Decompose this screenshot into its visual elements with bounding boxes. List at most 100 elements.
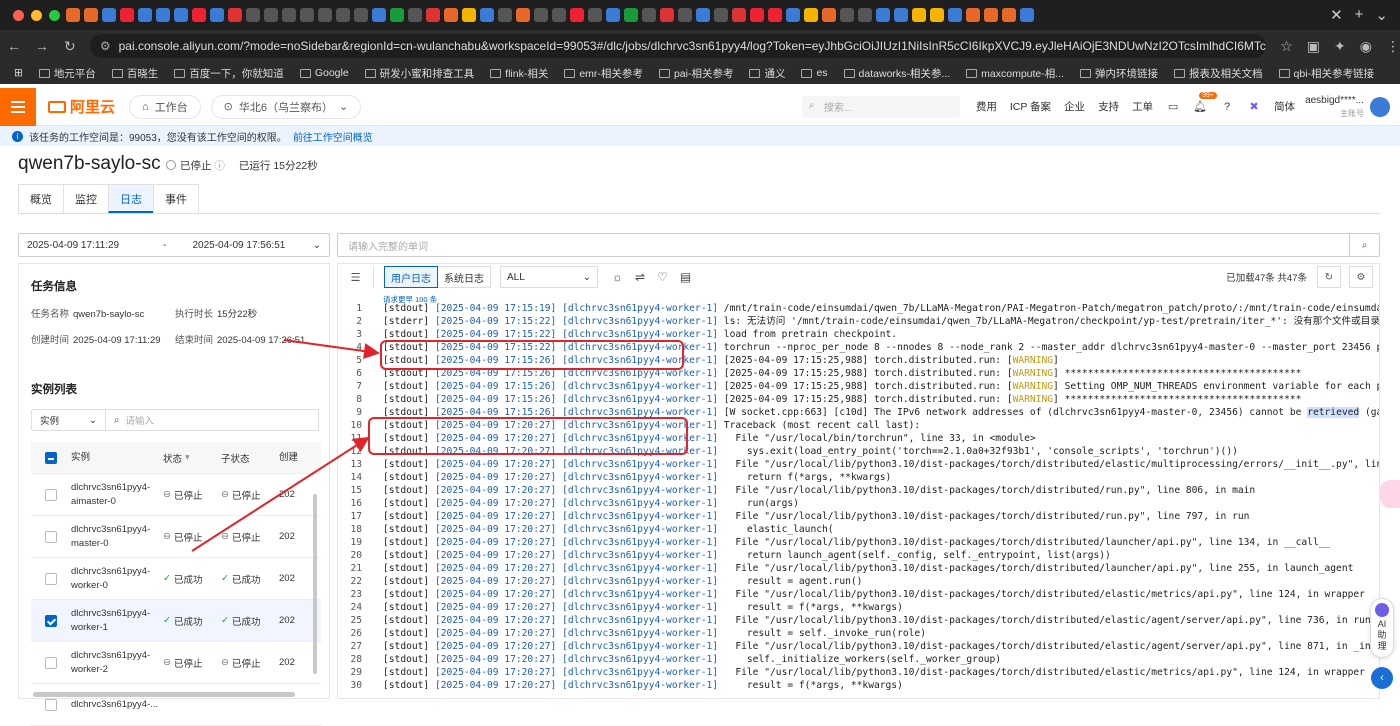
tab-list[interactable] xyxy=(62,8,1318,22)
tab-favicon-icon[interactable] xyxy=(822,8,836,22)
bookmark-item[interactable]: 报表及相关文档 xyxy=(1174,66,1263,81)
help-icon[interactable]: ⓘ xyxy=(214,160,225,172)
user-account[interactable]: aesbigd****... 主账号 xyxy=(1295,94,1364,120)
tab-favicon-icon[interactable] xyxy=(444,8,458,22)
window-controls[interactable] xyxy=(0,9,62,21)
tab-favicon-icon[interactable] xyxy=(624,8,638,22)
tab-logs[interactable]: 日志 xyxy=(108,184,154,213)
bookmark-item[interactable]: 弹内环境链接 xyxy=(1080,66,1158,81)
tab-favicon-icon[interactable] xyxy=(966,8,980,22)
table-row[interactable]: dlchrvc3sn61pyy4-worker-2 ⊖ 已停止 ⊖ 已停止 202 xyxy=(31,642,321,684)
filter-select[interactable]: 实例 ⌄ xyxy=(32,410,106,430)
tab-favicon-icon[interactable] xyxy=(462,8,476,22)
tab-favicon-icon[interactable] xyxy=(912,8,926,22)
tab-favicon-icon[interactable] xyxy=(210,8,224,22)
table-row[interactable]: dlchrvc3sn61pyy4-worker-1 ✓ 已成功 ✓ 已成功 202 xyxy=(31,600,321,642)
feedback-tab[interactable] xyxy=(1380,480,1400,508)
tab-favicon-icon[interactable] xyxy=(984,8,998,22)
tab-monitor[interactable]: 监控 xyxy=(63,184,109,213)
minimize-window-icon[interactable] xyxy=(31,9,42,21)
bookmark-item[interactable]: es xyxy=(801,67,828,79)
assistant-icon[interactable]: ✖ xyxy=(1247,100,1261,114)
tab-favicon-icon[interactable] xyxy=(786,8,800,22)
header-link[interactable]: ICP 备案 xyxy=(1010,99,1051,114)
tab-favicon-icon[interactable] xyxy=(300,8,314,22)
refresh-icon[interactable]: ↻ xyxy=(1317,266,1341,288)
bookmark-item[interactable]: maxcompute-相... xyxy=(966,66,1064,81)
bookmark-item[interactable]: dataworks-相关参... xyxy=(843,66,950,81)
row-checkbox[interactable] xyxy=(45,698,57,711)
tab-favicon-icon[interactable] xyxy=(930,8,944,22)
tab-favicon-icon[interactable] xyxy=(714,8,728,22)
console-search-input[interactable]: ⌕ 搜索... xyxy=(801,95,960,118)
bell-icon[interactable]: 🔔︎ 99+ xyxy=(1193,91,1217,114)
tab-favicon-icon[interactable] xyxy=(606,8,620,22)
apps-grid-icon[interactable]: ⊞ xyxy=(14,67,23,79)
bookmark-item[interactable]: flink-相关 xyxy=(490,66,548,81)
tab-favicon-icon[interactable] xyxy=(768,8,782,22)
tab-favicon-icon[interactable] xyxy=(894,8,908,22)
tab-favicon-icon[interactable] xyxy=(102,8,116,22)
tab-favicon-icon[interactable] xyxy=(390,8,404,22)
bookmark-item[interactable]: pai-相关参考 xyxy=(658,66,733,81)
tab-favicon-icon[interactable] xyxy=(750,8,764,22)
language-switch[interactable]: 简体 xyxy=(1274,99,1295,114)
tab-favicon-icon[interactable] xyxy=(426,8,440,22)
tab-favicon-icon[interactable] xyxy=(138,8,152,22)
url-input[interactable]: ⚙ pai.console.aliyun.com/?mode=noSidebar… xyxy=(89,34,1267,58)
tab-favicon-icon[interactable] xyxy=(66,8,80,22)
tab-favicon-icon[interactable] xyxy=(948,8,962,22)
tab-favicon-icon[interactable] xyxy=(1002,8,1016,22)
help-icon[interactable]: ? xyxy=(1220,100,1234,114)
header-link[interactable]: 企业 xyxy=(1064,99,1085,114)
tab-overview[interactable]: 概览 xyxy=(18,184,64,213)
row-checkbox[interactable] xyxy=(45,656,57,669)
region-selector[interactable]: ⊙ 华北6（乌兰察布） ⌄ xyxy=(210,94,362,119)
table-row[interactable]: dlchrvc3sn61pyy4-worker-0 ✓ 已成功 ✓ 已成功 202 xyxy=(31,558,321,600)
log-level-select[interactable]: ALL ⌄ xyxy=(500,266,598,288)
site-info-icon[interactable]: ⚙ xyxy=(100,39,111,53)
more-menu-icon[interactable]: ⋮ xyxy=(1386,38,1400,55)
tab-favicon-icon[interactable] xyxy=(588,8,602,22)
ai-assistant-button[interactable]: AI 助 理 xyxy=(1370,598,1394,658)
tab-favicon-icon[interactable] xyxy=(534,8,548,22)
tab-favicon-icon[interactable] xyxy=(858,8,872,22)
heartbeat-icon[interactable]: ♡ xyxy=(657,270,668,284)
tab-favicon-icon[interactable] xyxy=(1020,8,1034,22)
tab-favicon-icon[interactable] xyxy=(480,8,494,22)
tab-favicon-icon[interactable] xyxy=(228,8,242,22)
tab-favicon-icon[interactable] xyxy=(678,8,692,22)
back-icon[interactable]: ← xyxy=(0,38,28,54)
header-link[interactable]: 费用 xyxy=(976,99,997,114)
tab-favicon-icon[interactable] xyxy=(498,8,512,22)
close-tab-icon[interactable]: ✕ xyxy=(1330,6,1343,24)
clipboard-icon[interactable]: ▤ xyxy=(680,270,691,284)
vertical-scrollbar[interactable] xyxy=(313,494,317,674)
bookmark-item[interactable]: emr-相关参考 xyxy=(564,66,643,81)
user-log-button[interactable]: 用户日志 xyxy=(384,266,438,288)
search-icon[interactable]: ⌕ xyxy=(1349,234,1379,256)
bookmark-item[interactable]: qbi-相关参考链接 xyxy=(1278,66,1374,81)
tab-favicon-icon[interactable] xyxy=(732,8,746,22)
collapse-sidebar-icon[interactable]: ☰ xyxy=(338,266,374,288)
bookmark-star-icon[interactable]: ☆ xyxy=(1280,38,1293,55)
tab-favicon-icon[interactable] xyxy=(282,8,296,22)
table-row[interactable]: dlchrvc3sn61pyy4-... xyxy=(31,684,321,726)
tab-events[interactable]: 事件 xyxy=(153,184,199,213)
row-checkbox[interactable] xyxy=(45,530,57,543)
extension-icon[interactable]: ▣ xyxy=(1307,38,1320,55)
settings-icon[interactable]: ⚙ xyxy=(1349,266,1373,288)
forward-icon[interactable]: → xyxy=(28,38,56,54)
table-row[interactable]: dlchrvc3sn61pyy4-master-0 ⊖ 已停止 ⊖ 已停止 202 xyxy=(31,516,321,558)
tab-favicon-icon[interactable] xyxy=(876,8,890,22)
horizontal-scrollbar[interactable] xyxy=(33,692,295,697)
bookmark-item[interactable]: 研发小蜜和排查工具 xyxy=(364,66,474,81)
tab-favicon-icon[interactable] xyxy=(264,8,278,22)
workspace-button[interactable]: ⌂ 工作台 xyxy=(129,94,201,119)
tab-favicon-icon[interactable] xyxy=(246,8,260,22)
tab-favicon-icon[interactable] xyxy=(120,8,134,22)
bookmark-item[interactable]: 百度一下，你就知道 xyxy=(174,66,284,81)
table-row[interactable]: dlchrvc3sn61pyy4-aimaster-0 ⊖ 已停止 ⊖ 已停止 202 xyxy=(31,474,321,516)
system-log-button[interactable]: 系统日志 xyxy=(437,266,491,288)
tab-favicon-icon[interactable] xyxy=(516,8,530,22)
